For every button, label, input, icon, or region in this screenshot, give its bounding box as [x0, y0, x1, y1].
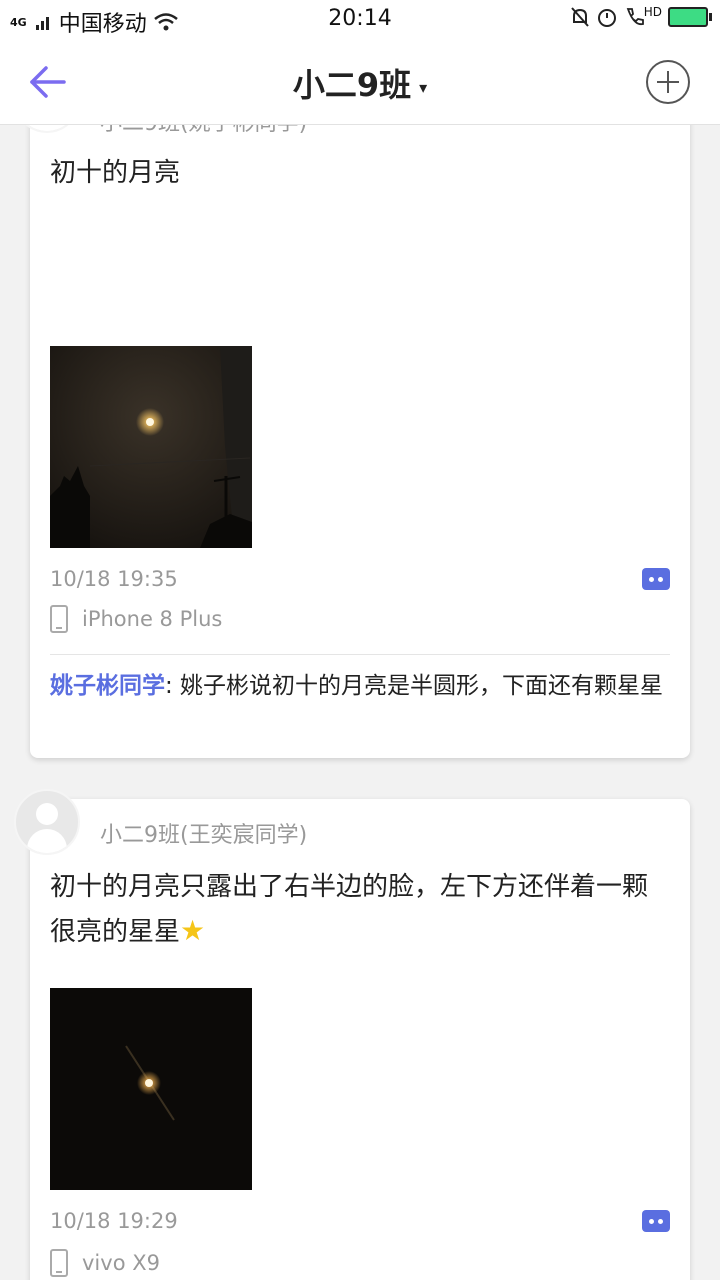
post-content-text: 初十的月亮只露出了右半边的脸，左下方还伴着一颗很亮的星星 [50, 872, 649, 947]
nav-bar: 小二9班 ▾ [0, 40, 720, 125]
post-author: 小二9班(姚子彬同学) [100, 125, 307, 137]
post-photo[interactable] [50, 988, 252, 1190]
dropdown-caret-icon: ▾ [419, 77, 428, 97]
comment-author[interactable]: 姚子彬同学 [50, 673, 165, 699]
post-photo[interactable] [50, 346, 252, 548]
battery-icon [668, 7, 712, 27]
moon-photo-image [50, 988, 252, 1190]
post-content: 初十的月亮只露出了右半边的脸，左下方还伴着一颗很亮的星星★ [50, 865, 670, 954]
status-bar: 4G 中国移动 20:14 HD [0, 0, 720, 40]
phone-device-icon [50, 1249, 68, 1277]
moon-photo-image [50, 346, 252, 548]
add-post-button[interactable] [646, 60, 690, 104]
post-author: 小二9班(王奕宸同学) [100, 823, 308, 848]
star-icon: ★ [180, 914, 206, 947]
avatar[interactable] [14, 789, 80, 855]
phone-hd-icon [626, 8, 644, 26]
comment-icon[interactable] [642, 1210, 670, 1232]
device-name: vivo X9 [82, 1251, 160, 1275]
class-selector[interactable]: 小二9班 ▾ [0, 60, 720, 106]
post-card: 小二9班(王奕宸同学) 初十的月亮只露出了右半边的脸，左下方还伴着一颗很亮的星星… [14, 789, 690, 1280]
device-name: iPhone 8 Plus [82, 607, 223, 631]
alarm-icon [597, 9, 616, 27]
hd-label: HD [643, 5, 662, 19]
comment-icon[interactable] [642, 568, 670, 590]
post-device: iPhone 8 Plus [50, 605, 222, 633]
status-right: HD [570, 5, 712, 28]
phone-device-icon [50, 605, 68, 633]
divider [50, 654, 670, 655]
post-timestamp: 10/18 19:29 [50, 1209, 178, 1233]
avatar[interactable] [14, 125, 80, 133]
post-content: 初十的月亮 [50, 158, 181, 188]
page-title: 小二9班 [292, 66, 412, 104]
comment[interactable]: 姚子彬同学: 姚子彬说初十的月亮是半圆形，下面还有颗星星 [50, 669, 670, 703]
comment-text: : 姚子彬说初十的月亮是半圆形，下面还有颗星星 [165, 673, 664, 699]
bell-muted-icon [570, 7, 589, 27]
post-card: 小二9班(姚子彬同学) 初十的月亮 [14, 125, 690, 758]
feed[interactable]: 小二9班(姚子彬同学) 初十的月亮 [0, 125, 720, 1280]
post-device: vivo X9 [50, 1249, 160, 1277]
post-timestamp: 10/18 19:35 [50, 567, 178, 591]
